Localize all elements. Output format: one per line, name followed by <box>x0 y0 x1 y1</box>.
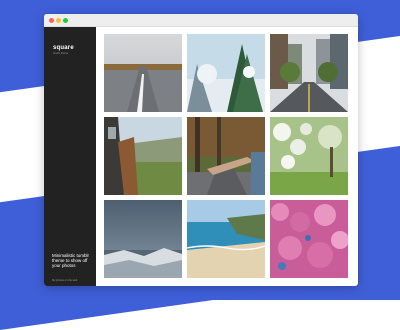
pink-blossom-photo[interactable] <box>270 200 348 278</box>
site-logo[interactable]: square <box>53 45 74 51</box>
stormy-sea-photo[interactable] <box>104 200 182 278</box>
logo-subtitle: tumblr theme <box>53 52 69 55</box>
close-window-button[interactable] <box>49 18 54 23</box>
beach-coast-photo[interactable] <box>187 200 265 278</box>
browser-titlebar <box>44 14 358 27</box>
maximize-window-button[interactable] <box>63 18 68 23</box>
social-caption: My photos on the web <box>52 279 78 282</box>
city-street-photo[interactable] <box>270 34 348 112</box>
site-tagline: Minimalistic tumblr theme to show off yo… <box>52 253 90 269</box>
train-valley-photo[interactable] <box>104 117 182 195</box>
road-photo[interactable] <box>104 34 182 112</box>
blossom-orchard-photo[interactable] <box>270 117 348 195</box>
photo-grid <box>104 34 348 280</box>
sidebar: square tumblr theme Minimalistic tumblr … <box>44 27 96 286</box>
minimize-window-button[interactable] <box>56 18 61 23</box>
hand-forest-road-photo[interactable] <box>187 117 265 195</box>
snowy-forest-photo[interactable] <box>187 34 265 112</box>
browser-window: square tumblr theme Minimalistic tumblr … <box>44 14 358 286</box>
